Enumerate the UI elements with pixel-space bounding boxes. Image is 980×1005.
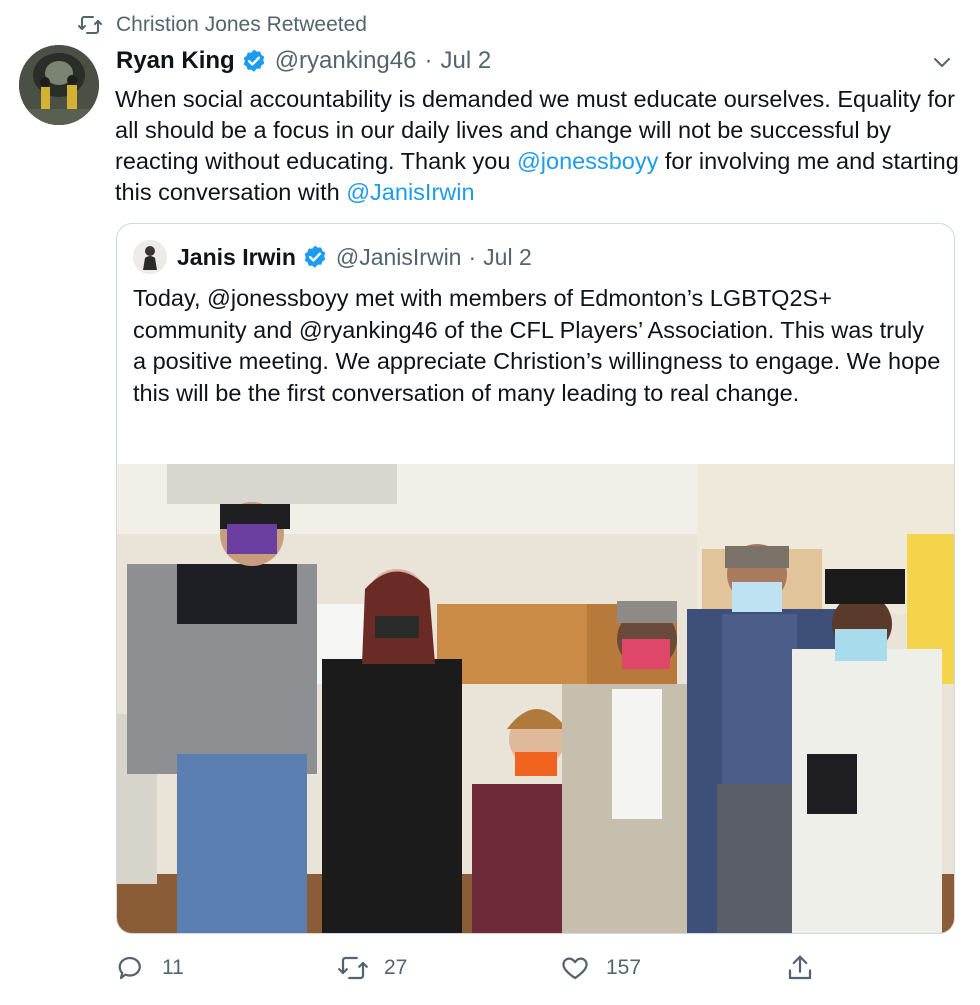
separator-dot: · [468, 243, 477, 270]
like-button[interactable]: 157 [560, 945, 641, 991]
like-count: 157 [606, 956, 642, 979]
tweet-header: Ryan King @ryanking46 · Jul 2 [116, 44, 491, 78]
share-button[interactable] [785, 945, 831, 991]
mention-link[interactable]: @JanisIrwin [346, 179, 474, 205]
chevron-down-icon[interactable] [930, 50, 954, 74]
quoted-author-handle[interactable]: @JanisIrwin [336, 244, 462, 271]
tweet-date[interactable]: Jul 2 [440, 47, 491, 75]
author-handle[interactable]: @ryanking46 [275, 47, 417, 75]
quoted-author-name[interactable]: Janis Irwin [177, 244, 296, 271]
quoted-tweet-text: Today, @jonessboyy met with members of E… [133, 285, 941, 406]
tweet-actions: 11 27 157 [0, 945, 980, 991]
author-avatar-image [19, 45, 99, 125]
quoted-tweet-date[interactable]: Jul 2 [483, 244, 532, 271]
reply-button[interactable]: 11 [116, 945, 184, 991]
mention-link[interactable]: @jonessboyy [517, 148, 658, 174]
author-avatar[interactable] [19, 45, 99, 125]
quoted-author-avatar-image [133, 240, 167, 274]
heart-icon [562, 957, 588, 980]
quoted-tweet-header: Janis Irwin @JanisIrwin · Jul 2 [133, 240, 532, 274]
tweet-text: When social accountability is demanded w… [115, 84, 965, 208]
retweet-icon [78, 16, 102, 34]
quoted-tweet-card[interactable]: Janis Irwin @JanisIrwin · Jul 2 Today, @… [116, 223, 955, 934]
separator-dot: · [424, 47, 433, 74]
share-icon [788, 955, 812, 980]
retweeted-by-text: Christion Jones Retweeted [116, 13, 367, 36]
verified-badge-icon [243, 49, 264, 72]
retweet-icon [338, 956, 368, 980]
retweeted-by-line[interactable]: Christion Jones Retweeted [78, 12, 367, 38]
reply-icon [118, 956, 141, 980]
retweet-count: 27 [384, 956, 408, 979]
author-name[interactable]: Ryan King [116, 47, 235, 75]
retweet-button[interactable]: 27 [338, 945, 407, 991]
quoted-tweet-photo[interactable] [117, 464, 955, 934]
reply-count: 11 [162, 956, 184, 979]
quoted-author-avatar[interactable] [133, 240, 167, 274]
verified-badge-icon [304, 245, 326, 268]
